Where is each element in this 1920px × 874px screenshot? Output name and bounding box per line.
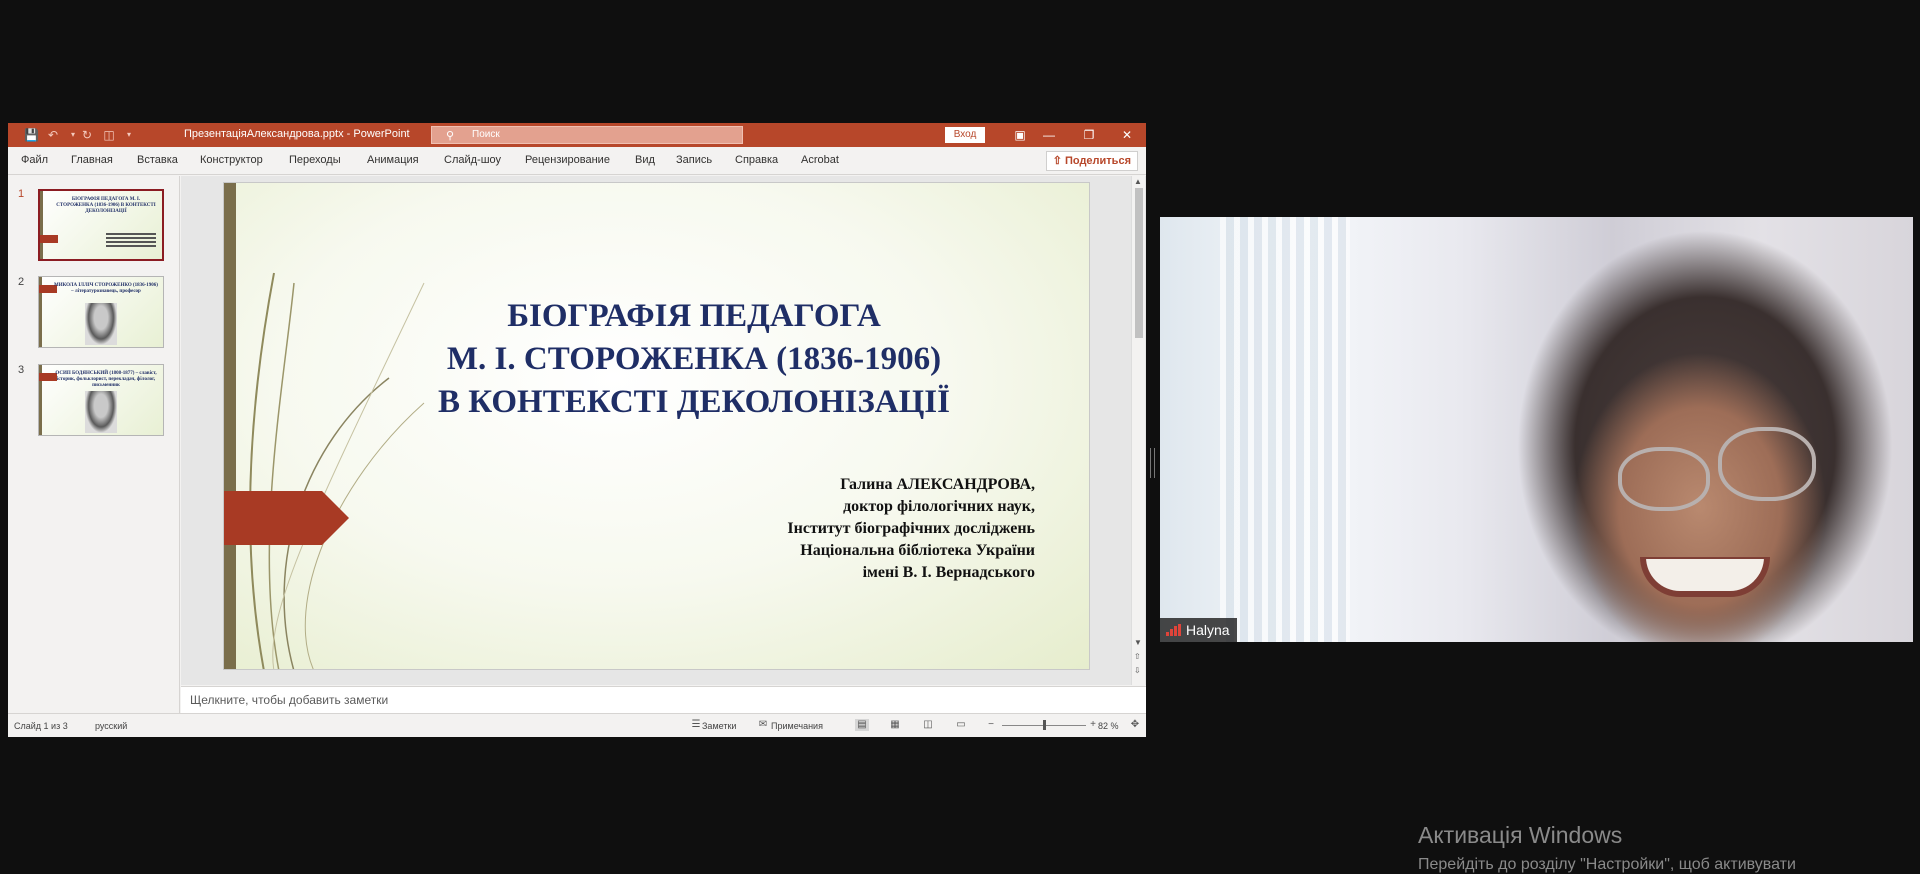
ribbon-tabs: Файл Главная Вставка Конструктор Переход… bbox=[8, 147, 1146, 175]
normal-view-icon[interactable]: ▤ bbox=[855, 719, 869, 731]
slide-side-bar bbox=[224, 183, 236, 669]
tab-transitions[interactable]: Переходы bbox=[289, 154, 341, 166]
share-icon: ⇧ bbox=[1052, 155, 1062, 167]
scroll-down-icon[interactable]: ▼ bbox=[1134, 638, 1142, 647]
undo-icon[interactable]: ↶ bbox=[46, 128, 60, 142]
participant-name: Halyna bbox=[1186, 622, 1230, 638]
thumb-text: ОСИП БОДЯНСЬКИЙ (1808-1877) – славіст, і… bbox=[55, 371, 157, 388]
comments-button[interactable]: Примечания bbox=[771, 721, 823, 731]
title-line: М. І. СТОРОЖЕНКА (1836-1906) bbox=[446, 341, 942, 377]
search-icon: ⚲ bbox=[446, 130, 455, 142]
tab-design[interactable]: Конструктор bbox=[200, 154, 263, 166]
tab-help[interactable]: Справка bbox=[735, 154, 778, 166]
author-line: Інститут біографічних досліджень bbox=[787, 520, 1035, 537]
restore-icon[interactable]: ❐ bbox=[1074, 125, 1104, 145]
slide-counter: Слайд 1 из 3 bbox=[14, 721, 68, 731]
powerpoint-window: 💾 ↶ ▾ ↻ ◫ ▾ ПрезентаціяАлександрова.pptx… bbox=[8, 123, 1146, 737]
next-slide-icon[interactable]: ⇩ bbox=[1134, 666, 1141, 675]
minimize-icon[interactable]: — bbox=[1034, 125, 1064, 145]
slide-thumbnails-pane: 1 БІОГРАФІЯ ПЕДАГОГА М. І. СТОРОЖЕНКА (1… bbox=[8, 176, 180, 713]
signin-button[interactable]: Вход bbox=[945, 127, 985, 143]
reading-view-icon[interactable]: ◫ bbox=[921, 719, 935, 731]
thumb-text: МИКОЛА ІЛЛІЧ СТОРОЖЕНКО (1836-1906) – лі… bbox=[54, 283, 158, 294]
portrait-image bbox=[85, 391, 117, 433]
slide-thumbnail-2[interactable]: МИКОЛА ІЛЛІЧ СТОРОЖЕНКО (1836-1906) – лі… bbox=[38, 276, 164, 348]
notes-input[interactable]: Щелкните, чтобы добавить заметки bbox=[181, 686, 1146, 713]
customize-toolbar-icon[interactable]: ▾ bbox=[122, 128, 136, 142]
tab-view[interactable]: Вид bbox=[635, 154, 655, 166]
tab-animations[interactable]: Анимация bbox=[367, 154, 419, 166]
tab-file[interactable]: Файл bbox=[21, 154, 48, 166]
present-icon[interactable]: ◫ bbox=[102, 128, 116, 142]
thumb-number: 3 bbox=[18, 364, 25, 376]
slide-thumbnail-3[interactable]: ОСИП БОДЯНСЬКИЙ (1808-1877) – славіст, і… bbox=[38, 364, 164, 436]
redo-icon[interactable]: ↻ bbox=[80, 128, 94, 142]
document-title: ПрезентаціяАлександрова.pptx - PowerPoin… bbox=[184, 128, 410, 140]
title-bar: 💾 ↶ ▾ ↻ ◫ ▾ ПрезентаціяАлександрова.pptx… bbox=[8, 123, 1146, 147]
title-line: В КОНТЕКСТІ ДЕКОЛОНІЗАЦІЇ bbox=[438, 384, 950, 420]
scroll-thumb[interactable] bbox=[1135, 188, 1143, 338]
current-slide[interactable]: БІОГРАФІЯ ПЕДАГОГА М. І. СТОРОЖЕНКА (183… bbox=[223, 182, 1090, 670]
comments-icon[interactable]: ✉ bbox=[756, 719, 770, 731]
save-icon[interactable]: 💾 bbox=[24, 128, 39, 142]
thumb-number: 2 bbox=[18, 276, 25, 288]
author-line: імені В. І. Вернадського bbox=[862, 564, 1035, 581]
language-indicator[interactable]: русский bbox=[95, 721, 127, 731]
mouth bbox=[1640, 557, 1770, 597]
participant-video[interactable] bbox=[1160, 217, 1913, 642]
tab-slideshow[interactable]: Слайд-шоу bbox=[444, 154, 501, 166]
ribbon-display-icon[interactable]: ▣ bbox=[1005, 125, 1035, 145]
status-bar: Слайд 1 из 3 русский ☰ Заметки ✉ Примеча… bbox=[8, 713, 1146, 737]
share-label: Поделиться bbox=[1064, 155, 1131, 167]
slide-editor: БІОГРАФІЯ ПЕДАГОГА М. І. СТОРОЖЕНКА (183… bbox=[181, 176, 1146, 685]
portrait-image bbox=[85, 303, 117, 345]
tab-review[interactable]: Рецензирование bbox=[525, 154, 610, 166]
author-line: Національна бібліотека України bbox=[800, 542, 1035, 559]
tab-record[interactable]: Запись bbox=[676, 154, 712, 166]
prev-slide-icon[interactable]: ⇧ bbox=[1134, 652, 1141, 661]
thumb-text: БІОГРАФІЯ ПЕДАГОГА М. І. СТОРОЖЕНКА (183… bbox=[56, 197, 156, 214]
vertical-scrollbar[interactable]: ▲ ▼ ⇧ ⇩ bbox=[1131, 176, 1145, 685]
author-line: Галина АЛЕКСАНДРОВА, bbox=[840, 476, 1035, 493]
search-placeholder: Поиск bbox=[472, 129, 500, 140]
author-line: доктор філологічних наук, bbox=[843, 498, 1035, 515]
windows-activation-subtitle: Перейдіть до розділу "Настройки", щоб ак… bbox=[1418, 856, 1796, 873]
zoom-level[interactable]: 82 % bbox=[1098, 721, 1119, 731]
share-button[interactable]: ⇧ Поделиться bbox=[1045, 151, 1138, 171]
slide-sorter-icon[interactable]: ▦ bbox=[888, 719, 902, 731]
fit-to-window-icon[interactable]: ✥ bbox=[1128, 719, 1142, 731]
slideshow-icon[interactable]: ▭ bbox=[954, 719, 968, 731]
scroll-up-icon[interactable]: ▲ bbox=[1134, 177, 1142, 186]
thumb-number: 1 bbox=[18, 188, 25, 200]
decorative-lines bbox=[249, 272, 425, 669]
participant-name-tag: Halyna bbox=[1160, 618, 1237, 642]
slide-arrow-shape bbox=[224, 491, 349, 545]
tab-insert[interactable]: Вставка bbox=[137, 154, 178, 166]
close-icon[interactable]: ✕ bbox=[1112, 125, 1142, 145]
undo-dropdown-icon[interactable]: ▾ bbox=[66, 128, 80, 142]
slide-subtitle[interactable]: Галина АЛЕКСАНДРОВА, доктор філологічних… bbox=[787, 474, 1035, 584]
tab-home[interactable]: Главная bbox=[71, 154, 113, 166]
slide-title[interactable]: БІОГРАФІЯ ПЕДАГОГА М. І. СТОРОЖЕНКА (183… bbox=[364, 295, 1024, 424]
notes-button[interactable]: Заметки bbox=[702, 721, 736, 731]
zoom-out-icon[interactable]: − bbox=[984, 719, 998, 731]
search-input[interactable]: ⚲ Поиск bbox=[431, 126, 743, 144]
splitter-handle[interactable] bbox=[1150, 448, 1155, 478]
background-curtain bbox=[1220, 217, 1350, 642]
tab-acrobat[interactable]: Acrobat bbox=[801, 154, 839, 166]
windows-activation-title: Активація Windows bbox=[1418, 822, 1623, 848]
title-line: БІОГРАФІЯ ПЕДАГОГА bbox=[507, 298, 881, 334]
slide-thumbnail-1[interactable]: БІОГРАФІЯ ПЕДАГОГА М. І. СТОРОЖЕНКА (183… bbox=[38, 189, 164, 261]
glasses-lens bbox=[1618, 447, 1710, 511]
notes-icon[interactable]: ☰ bbox=[689, 719, 703, 731]
glasses-lens bbox=[1718, 427, 1816, 501]
signal-strength-icon bbox=[1166, 624, 1182, 636]
zoom-slider-handle[interactable] bbox=[1043, 720, 1046, 730]
